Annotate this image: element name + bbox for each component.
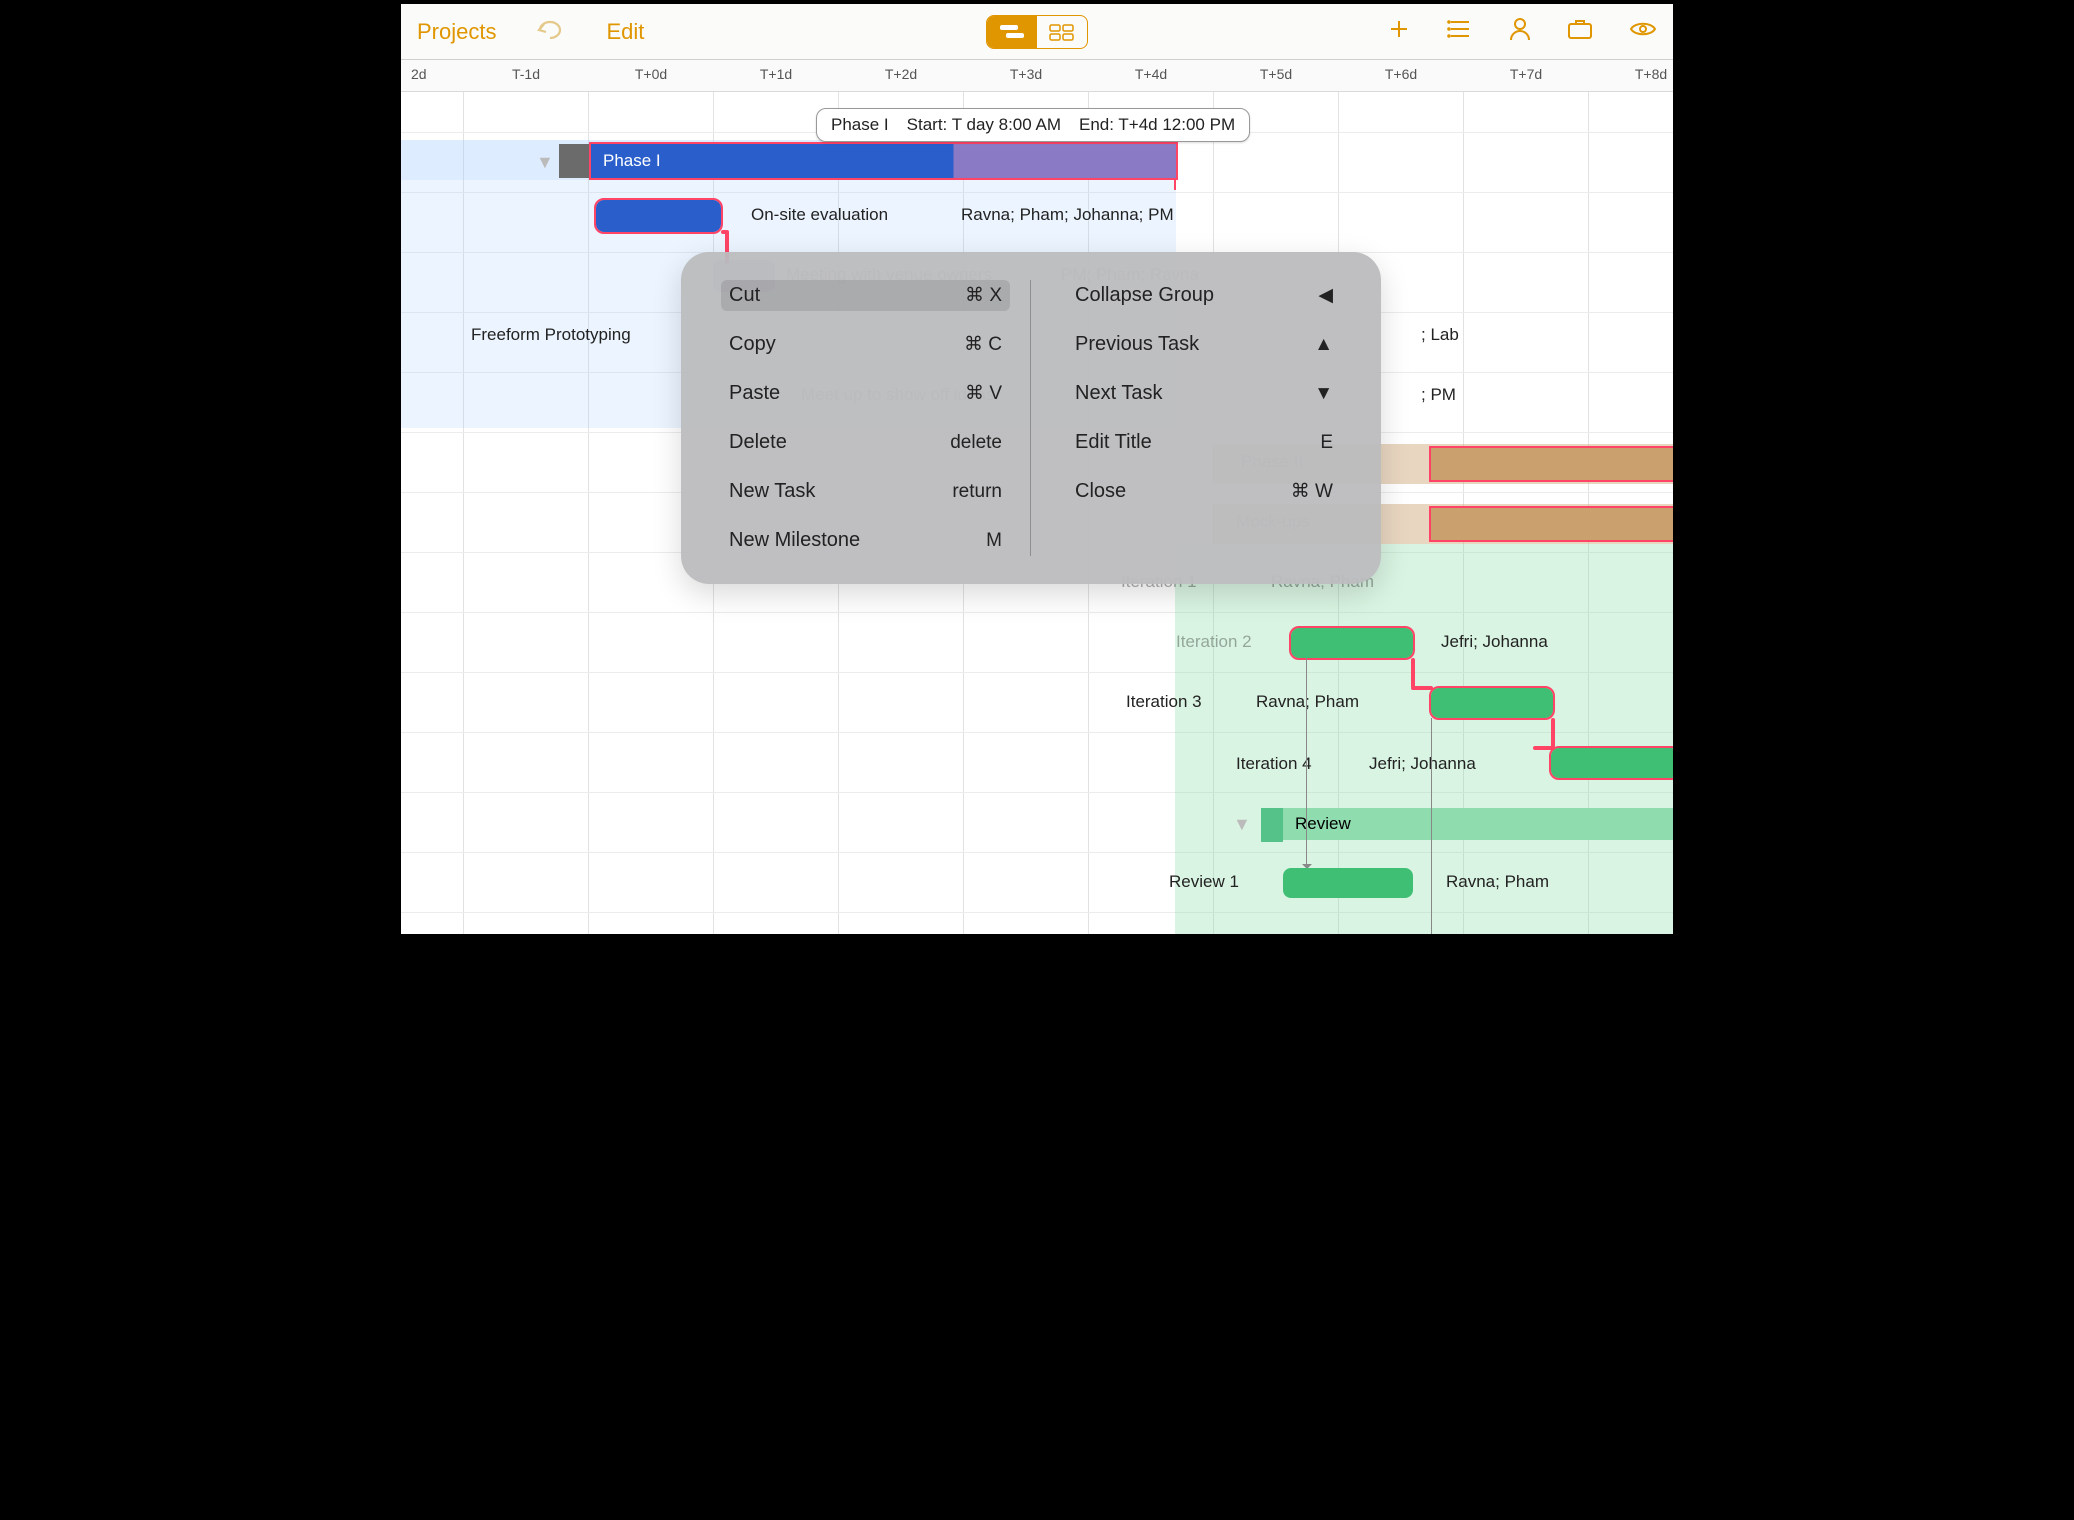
- day-label: 2d: [411, 66, 427, 82]
- edit-button[interactable]: Edit: [606, 19, 644, 45]
- day-label: T+7d: [1510, 66, 1542, 82]
- eye-icon[interactable]: [1629, 20, 1657, 43]
- iter4-label: Iteration 4: [1236, 754, 1312, 774]
- tooltip-start: Start: T day 8:00 AM: [907, 115, 1061, 135]
- menu-item[interactable]: Delete delete: [721, 427, 1010, 458]
- onsite-label: On-site evaluation: [751, 205, 888, 225]
- person-icon[interactable]: [1509, 17, 1531, 46]
- review1-res: Ravna; Pham: [1446, 872, 1549, 892]
- menu-item-label: Edit Title: [1075, 431, 1152, 454]
- menu-item-shortcut: ◀: [1318, 284, 1333, 307]
- task-tooltip: Phase I Start: T day 8:00 AM End: T+4d 1…: [816, 108, 1250, 142]
- review-title: Review: [1295, 814, 1351, 834]
- undo-icon[interactable]: [536, 18, 566, 45]
- freeform-label: Freeform Prototyping: [471, 325, 631, 345]
- menu-item[interactable]: Next Task ▼: [1067, 378, 1341, 409]
- day-label: T+4d: [1135, 66, 1167, 82]
- menu-item-shortcut: E: [1320, 432, 1333, 454]
- view-segmented-control[interactable]: [986, 15, 1088, 49]
- menu-item-shortcut: M: [986, 530, 1002, 552]
- menu-item-shortcut: delete: [950, 432, 1002, 454]
- review1-label: Review 1: [1169, 872, 1239, 892]
- menu-item[interactable]: Previous Task ▲: [1067, 329, 1341, 360]
- menu-item-label: Collapse Group: [1075, 284, 1214, 307]
- onsite-resources: Ravna; Pham; Johanna; PM: [961, 205, 1174, 225]
- day-label: T+8d: [1635, 66, 1667, 82]
- day-label: T+3d: [1010, 66, 1042, 82]
- iter3-bar[interactable]: [1431, 688, 1553, 718]
- mockups-bar[interactable]: [1431, 508, 1677, 540]
- menu-item-shortcut: ▼: [1314, 383, 1333, 405]
- menu-item[interactable]: Collapse Group ◀: [1067, 280, 1341, 311]
- menu-item[interactable]: Copy ⌘ C: [721, 329, 1010, 360]
- iter3-label: Iteration 3: [1126, 692, 1202, 712]
- view-gantt-icon[interactable]: [987, 16, 1037, 48]
- iter3-res: Ravna; Pham: [1256, 692, 1359, 712]
- menu-item[interactable]: New Task return: [721, 476, 1010, 507]
- phase2-bar[interactable]: [1431, 448, 1677, 480]
- iter2-res: Jefri; Johanna: [1441, 632, 1548, 652]
- menu-item-label: Previous Task: [1075, 333, 1199, 356]
- menu-item[interactable]: Cut ⌘ X: [721, 280, 1010, 311]
- tooltip-name: Phase I: [831, 115, 889, 135]
- menu-item-label: Copy: [729, 333, 776, 356]
- review-handle[interactable]: [1261, 808, 1283, 842]
- projects-button[interactable]: Projects: [417, 19, 496, 45]
- menu-item-label: New Task: [729, 480, 815, 503]
- onsite-bar[interactable]: [596, 200, 721, 232]
- menu-item[interactable]: Paste ⌘ V: [721, 378, 1010, 409]
- menu-item-shortcut: ▲: [1314, 334, 1333, 356]
- menu-item-label: Delete: [729, 431, 787, 454]
- iter4-res: Jefri; Johanna: [1369, 754, 1476, 774]
- phase1-bar[interactable]: Phase I: [591, 144, 1176, 178]
- gantt-grid[interactable]: ▼ Phase I On-site evaluation Ravna; Pham…: [401, 92, 1673, 934]
- toolbar: Projects Edit: [401, 4, 1673, 60]
- iter2-label: Iteration 2: [1176, 632, 1252, 652]
- menu-item-label: New Milestone: [729, 529, 860, 552]
- outline-icon[interactable]: [1447, 18, 1473, 45]
- review-bar[interactable]: Review: [1283, 808, 1677, 840]
- add-icon[interactable]: [1387, 17, 1411, 46]
- menu-col-right: Collapse Group ◀ Previous Task ▲ Next Task ▼ E…: [1031, 280, 1341, 556]
- menu-item[interactable]: New Milestone M: [721, 525, 1010, 556]
- menu-item-shortcut: return: [952, 481, 1002, 503]
- day-label: T+1d: [760, 66, 792, 82]
- phase1-title: Phase I: [603, 151, 661, 171]
- green-band: [1175, 544, 1677, 938]
- review1-bar[interactable]: [1283, 868, 1413, 898]
- menu-item-label: Cut: [729, 284, 760, 307]
- iter4-bar[interactable]: [1551, 748, 1677, 778]
- day-label: T+2d: [885, 66, 917, 82]
- day-label: T+0d: [635, 66, 667, 82]
- freeform-res-tail: ; Lab: [1421, 325, 1459, 345]
- tooltip-end: End: T+4d 12:00 PM: [1079, 115, 1235, 135]
- disclosure-review[interactable]: ▼: [1233, 814, 1251, 835]
- menu-item-label: Next Task: [1075, 382, 1162, 405]
- menu-item-shortcut: ⌘ W: [1291, 480, 1333, 503]
- briefcase-icon[interactable]: [1567, 18, 1593, 45]
- group-handle[interactable]: [559, 144, 591, 178]
- view-board-icon[interactable]: [1037, 16, 1087, 48]
- menu-item-shortcut: ⌘ X: [965, 284, 1002, 307]
- meetup-res-tail: ; PM: [1421, 385, 1456, 405]
- iter2-bar[interactable]: [1291, 628, 1413, 658]
- day-label: T+5d: [1260, 66, 1292, 82]
- menu-item[interactable]: Edit Title E: [1067, 427, 1341, 458]
- day-label: T+6d: [1385, 66, 1417, 82]
- disclosure-phase1[interactable]: ▼: [536, 152, 554, 173]
- menu-item-shortcut: ⌘ C: [964, 333, 1002, 356]
- menu-col-left: Cut ⌘ X Copy ⌘ C Paste ⌘ V Delete delete New Tas…: [721, 280, 1031, 556]
- timeline-header: 2d T-1d T+0d T+1d T+2d T+3d T+4d T+5d T+…: [401, 60, 1673, 92]
- menu-item-shortcut: ⌘ V: [965, 382, 1002, 405]
- menu-item-label: Close: [1075, 480, 1126, 503]
- day-label: T-1d: [512, 66, 540, 82]
- menu-item-label: Paste: [729, 382, 780, 405]
- context-menu: Cut ⌘ X Copy ⌘ C Paste ⌘ V Delete delete New Tas…: [681, 252, 1381, 584]
- menu-item[interactable]: Close ⌘ W: [1067, 476, 1341, 507]
